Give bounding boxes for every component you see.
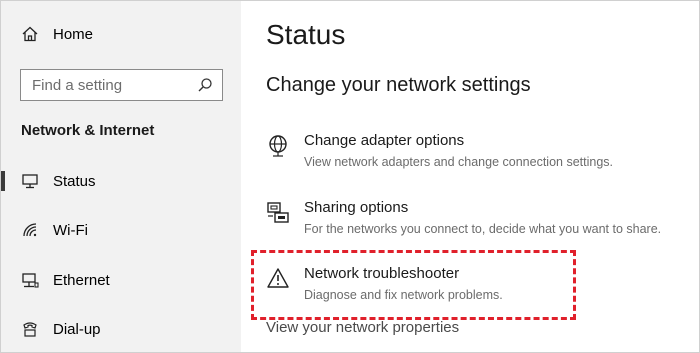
sidebar: Home Network & Internet Status Wi-Fi bbox=[1, 1, 241, 352]
sidebar-item-dialup[interactable]: Dial-up bbox=[1, 311, 241, 347]
section-title: Network & Internet bbox=[21, 122, 155, 139]
sidebar-item-status[interactable]: Status bbox=[1, 163, 241, 199]
section-heading: Change your network settings bbox=[266, 74, 531, 96]
dialup-icon bbox=[21, 320, 39, 338]
settings-window: Home Network & Internet Status Wi-Fi bbox=[0, 0, 700, 353]
sidebar-item-label: Wi-Fi bbox=[53, 221, 88, 239]
sharing-options[interactable]: Sharing options For the networks you con… bbox=[266, 198, 686, 238]
highlight-box bbox=[251, 250, 576, 320]
view-network-properties-link[interactable]: View your network properties bbox=[266, 319, 459, 336]
option-text: Change adapter options View network adap… bbox=[304, 131, 613, 171]
option-text: Sharing options For the networks you con… bbox=[304, 198, 661, 238]
search-box[interactable] bbox=[20, 69, 223, 101]
page-title: Status bbox=[266, 19, 346, 50]
home-icon bbox=[21, 25, 39, 43]
sidebar-item-wifi[interactable]: Wi-Fi bbox=[1, 212, 241, 248]
option-description: View network adapters and change connect… bbox=[304, 155, 613, 169]
sharing-icon bbox=[266, 200, 290, 224]
main-content: Status Change your network settings Chan… bbox=[241, 1, 699, 352]
sidebar-item-label: Ethernet bbox=[53, 271, 110, 289]
sidebar-item-label: Dial-up bbox=[53, 320, 101, 338]
option-title: Change adapter options bbox=[304, 132, 465, 149]
wifi-icon bbox=[21, 221, 39, 239]
home-nav-item[interactable]: Home bbox=[21, 25, 93, 43]
status-icon bbox=[21, 172, 39, 190]
sidebar-item-label: Status bbox=[53, 172, 96, 190]
option-title: Sharing options bbox=[304, 199, 409, 216]
option-description: For the networks you connect to, decide … bbox=[304, 222, 662, 236]
ethernet-icon bbox=[21, 271, 39, 289]
sidebar-item-ethernet[interactable]: Ethernet bbox=[1, 262, 241, 298]
search-input[interactable] bbox=[32, 76, 192, 94]
search-icon[interactable] bbox=[196, 76, 214, 94]
change-adapter-options[interactable]: Change adapter options View network adap… bbox=[266, 131, 686, 171]
home-label: Home bbox=[53, 25, 94, 43]
globe-icon bbox=[266, 133, 290, 157]
